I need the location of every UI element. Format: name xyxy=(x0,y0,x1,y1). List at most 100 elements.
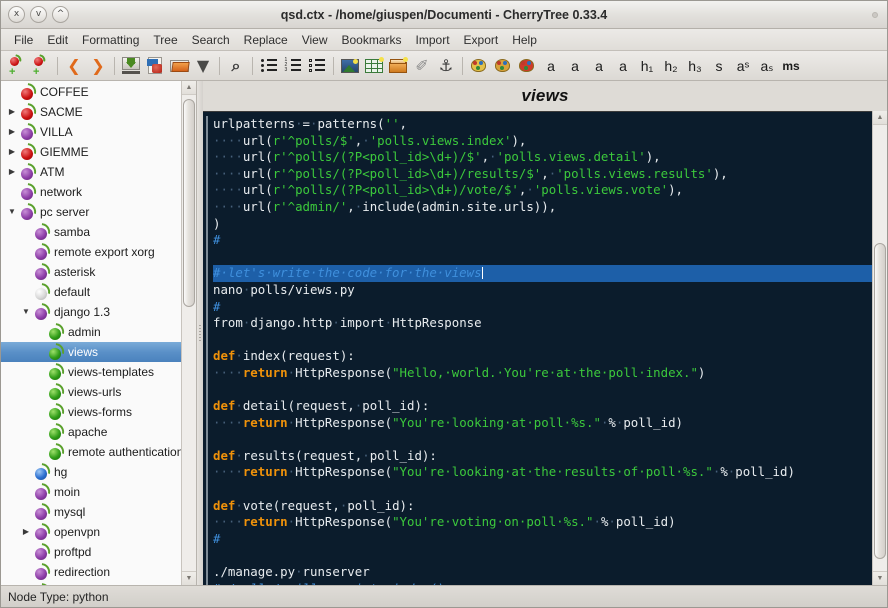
bold-button[interactable]: a xyxy=(539,53,563,79)
tree-node-hg[interactable]: hg xyxy=(1,462,181,482)
heading-3-button[interactable]: h₃ xyxy=(683,53,707,79)
insert-codebox-button[interactable] xyxy=(386,53,410,79)
tree-node-asterisk[interactable]: asterisk xyxy=(1,262,181,282)
monospace-button[interactable]: ms xyxy=(779,53,803,79)
insert-anchor-button[interactable]: ⚓ xyxy=(434,53,458,79)
expander-open-icon[interactable]: ▼ xyxy=(5,208,19,216)
tree-node-label: pc server xyxy=(40,205,90,219)
expander-closed-icon[interactable]: ▶ xyxy=(5,128,19,136)
code-editor[interactable]: urlpatterns·=·patterns('', ····url(r'^pol… xyxy=(203,111,872,585)
text-caret xyxy=(481,267,483,280)
expander-closed-icon[interactable]: ▶ xyxy=(5,108,19,116)
tree-node-remote-authentication[interactable]: remote authentication xyxy=(1,442,181,462)
new-subnode-button[interactable]: + xyxy=(29,53,53,79)
strikethrough-button[interactable]: a xyxy=(611,53,635,79)
editor-scrollbar[interactable]: ▲ ▼ xyxy=(872,111,887,585)
tree-node-villa[interactable]: ▶ VILLA xyxy=(1,122,181,142)
go-back-button[interactable]: ❮ xyxy=(62,53,86,79)
tree-node-network[interactable]: network xyxy=(1,182,181,202)
tree-node-moin[interactable]: moin xyxy=(1,482,181,502)
tree-node-redirection[interactable]: redirection xyxy=(1,562,181,582)
tree-node-remote-export-xorg[interactable]: remote export xorg xyxy=(1,242,181,262)
tree-node-samba[interactable]: samba xyxy=(1,222,181,242)
menu-help[interactable]: Help xyxy=(505,31,544,49)
menu-view[interactable]: View xyxy=(295,31,335,49)
tree-scroll-down-icon[interactable]: ▼ xyxy=(182,571,196,585)
tree-node-default[interactable]: default xyxy=(1,282,181,302)
insert-image-icon xyxy=(341,58,359,73)
todo-list-button[interactable] xyxy=(305,53,329,79)
expander-closed-icon[interactable]: ▶ xyxy=(5,148,19,156)
tree-scroll-thumb[interactable] xyxy=(183,99,195,307)
numbered-list-button[interactable]: 123 xyxy=(281,53,305,79)
heading-2-button[interactable]: h₂ xyxy=(659,53,683,79)
background-color-button[interactable] xyxy=(491,53,515,79)
code-content[interactable]: urlpatterns·=·patterns('', ····url(r'^pol… xyxy=(203,116,872,585)
tree-node-views-forms[interactable]: views-forms xyxy=(1,402,181,422)
tree-scroll-up-icon[interactable]: ▲ xyxy=(182,81,196,95)
underline-button[interactable]: a xyxy=(587,53,611,79)
title-bar: x v ^ qsd.ctx - /home/giuspen/Documenti … xyxy=(1,1,887,29)
menu-file[interactable]: File xyxy=(7,31,40,49)
expander-open-icon[interactable]: ▼ xyxy=(19,308,33,316)
bulleted-list-button[interactable] xyxy=(257,53,281,79)
tree-node-mysql[interactable]: mysql xyxy=(1,502,181,522)
tree-node-views[interactable]: views xyxy=(1,342,181,362)
tree-node-django-1-3[interactable]: ▼ django 1.3 xyxy=(1,302,181,322)
node-tree[interactable]: COFFEE ▶ SACME ▶ VILLA ▶ GIEMME ▶ ATM network ▼ pc … xyxy=(1,81,181,585)
subscript-button[interactable]: aₛ xyxy=(755,53,779,79)
tree-node-label: views-templates xyxy=(68,365,155,379)
insert-image-button[interactable] xyxy=(338,53,362,79)
tree-node-sacme[interactable]: ▶ SACME xyxy=(1,102,181,122)
foreground-color-button[interactable] xyxy=(467,53,491,79)
tree-node-atm[interactable]: ▶ ATM xyxy=(1,162,181,182)
bold-icon: a xyxy=(547,57,555,74)
tree-node-admin[interactable]: admin xyxy=(1,322,181,342)
close-icon[interactable]: x xyxy=(8,6,25,23)
code-token-pln: poll_id) xyxy=(623,414,684,430)
expander-closed-icon[interactable]: ▶ xyxy=(5,168,19,176)
minimize-icon[interactable]: v xyxy=(30,6,47,23)
menu-search[interactable]: Search xyxy=(185,31,237,49)
export-pdf-button[interactable] xyxy=(143,53,167,79)
tree-node-trac[interactable]: trac xyxy=(1,582,181,585)
tree-node-giemme[interactable]: ▶ GIEMME xyxy=(1,142,181,162)
menu-edit[interactable]: Edit xyxy=(40,31,75,49)
tree-node-coffee[interactable]: COFFEE xyxy=(1,82,181,102)
tree-node-proftpd[interactable]: proftpd xyxy=(1,542,181,562)
heading-1-button[interactable]: h₁ xyxy=(635,53,659,79)
italic-button[interactable]: a xyxy=(563,53,587,79)
superscript-button[interactable]: aˢ xyxy=(731,53,755,79)
small-text-button[interactable]: s xyxy=(707,53,731,79)
menu-export[interactable]: Export xyxy=(457,31,506,49)
menu-formatting[interactable]: Formatting xyxy=(75,31,146,49)
insert-link-button[interactable]: ✐ xyxy=(410,53,434,79)
menu-replace[interactable]: Replace xyxy=(237,31,295,49)
open-file-button[interactable] xyxy=(167,53,191,79)
tree-scroll-track[interactable] xyxy=(182,95,196,571)
insert-table-button[interactable] xyxy=(362,53,386,79)
editor-scroll-track[interactable] xyxy=(873,125,887,571)
new-node-button[interactable]: + xyxy=(5,53,29,79)
tree-node-views-templates[interactable]: views-templates xyxy=(1,362,181,382)
remove-formatting-button[interactable] xyxy=(515,53,539,79)
editor-scroll-down-icon[interactable]: ▼ xyxy=(873,571,887,585)
go-forward-button[interactable]: ❯ xyxy=(86,53,110,79)
menu-bookmarks[interactable]: Bookmarks xyxy=(334,31,408,49)
tree-node-pc-server[interactable]: ▼ pc server xyxy=(1,202,181,222)
expander-closed-icon[interactable]: ▶ xyxy=(19,528,33,536)
tree-node-views-urls[interactable]: views-urls xyxy=(1,382,181,402)
tree-node-apache[interactable]: apache xyxy=(1,422,181,442)
menu-tree[interactable]: Tree xyxy=(146,31,184,49)
search-button[interactable]: ⌕ xyxy=(224,53,248,79)
menu-import[interactable]: Import xyxy=(409,31,457,49)
save-button[interactable] xyxy=(119,53,143,79)
tree-scrollbar[interactable]: ▲ ▼ xyxy=(181,81,196,585)
code-token-cmt: #·/polls/·will·run·into·index() xyxy=(213,581,444,585)
toolbar-dropdown-button[interactable]: ▼ xyxy=(191,53,215,79)
maximize-icon[interactable]: ^ xyxy=(52,6,69,23)
tree-node-openvpn[interactable]: ▶ openvpn xyxy=(1,522,181,542)
editor-scroll-thumb[interactable] xyxy=(874,243,886,559)
editor-scroll-up-icon[interactable]: ▲ xyxy=(873,111,887,125)
